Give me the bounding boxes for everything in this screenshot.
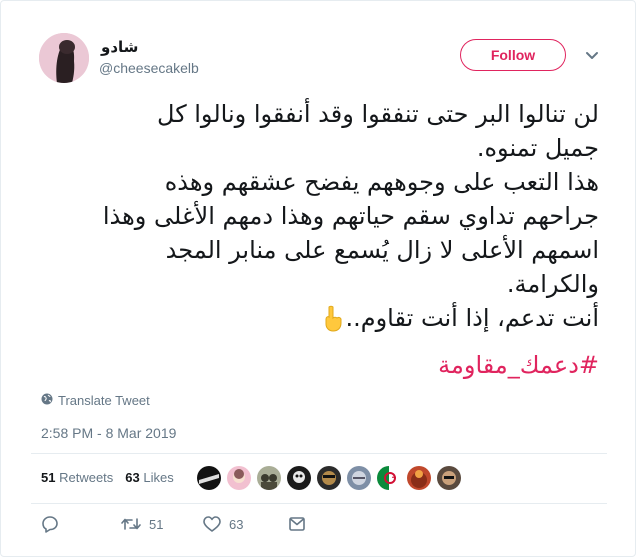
tweet-actions: 51 63 (41, 515, 305, 533)
hashtag-link[interactable]: #دعمك_مقاومة (31, 351, 599, 379)
tweet-line: هذا التعب على وجوههم يفضح عشقهم وهذه (164, 168, 599, 196)
liker-avatar[interactable] (347, 466, 371, 490)
retweet-button[interactable]: 51 (121, 516, 203, 532)
tweet-line: جميل تمنوه. (476, 134, 599, 162)
tweet-line-last: أنت تدعم، إذا أنت تقاوم.. (31, 301, 599, 335)
user-handle[interactable]: @cheesecakelb (99, 60, 199, 76)
tweet-stats: 51 Retweets 63 Likes (41, 470, 174, 485)
avatar-image (39, 33, 89, 83)
avatar[interactable] (39, 33, 89, 83)
liker-avatar[interactable] (197, 466, 221, 490)
retweets-stat[interactable]: 51 Retweets (41, 470, 113, 485)
globe-icon (41, 393, 53, 408)
retweets-label: Retweets (59, 470, 114, 485)
liker-avatar[interactable] (227, 466, 251, 490)
like-button[interactable]: 63 (203, 516, 289, 532)
chevron-down-icon[interactable] (584, 47, 600, 63)
mail-icon (289, 517, 305, 531)
tweet-card: شادو @cheesecakelb Follow لن تنالوا البر… (0, 0, 636, 557)
direct-message-button[interactable] (289, 517, 305, 531)
tweet-line: اسمهم الأعلى لا زال يُسمع على منابر المج… (165, 236, 599, 264)
reply-icon (42, 516, 58, 533)
liker-avatar[interactable] (257, 466, 281, 490)
liker-avatar[interactable] (287, 466, 311, 490)
translate-tweet-link[interactable]: Translate Tweet (41, 393, 150, 408)
likes-count: 63 (125, 470, 140, 485)
tweet-timestamp[interactable]: 2:58 PM - 8 Mar 2019 (41, 425, 176, 441)
tweet-line: جراحهم تداوي سقم حياتهم وهذا دمهم الأغلى… (102, 202, 599, 230)
retweet-icon (121, 518, 141, 530)
retweet-count: 51 (149, 516, 164, 532)
liker-avatar[interactable] (437, 466, 461, 490)
liker-avatars (197, 466, 461, 490)
pointing-down-emoji-icon (321, 305, 345, 333)
likes-stat[interactable]: 63 Likes (125, 470, 173, 485)
liker-avatar[interactable] (407, 466, 431, 490)
tweet-line: والكرامة. (506, 270, 599, 298)
reply-button[interactable] (41, 515, 121, 533)
follow-button[interactable]: Follow (460, 39, 566, 71)
liker-avatar[interactable] (317, 466, 341, 490)
retweets-count: 51 (41, 470, 56, 485)
divider (31, 453, 607, 454)
likes-label: Likes (143, 470, 174, 485)
heart-icon (203, 516, 221, 532)
user-name[interactable]: شادو (101, 38, 138, 56)
translate-label: Translate Tweet (58, 393, 150, 408)
tweet-text: لن تنالوا البر حتى تنفقوا وقد أنفقوا ونا… (31, 97, 599, 335)
tweet-line: أنت تدعم، إذا أنت تقاوم.. (345, 304, 599, 332)
divider (31, 503, 607, 504)
like-count: 63 (229, 516, 244, 532)
liker-avatar[interactable] (377, 466, 401, 490)
tweet-line: لن تنالوا البر حتى تنفقوا وقد أنفقوا ونا… (157, 100, 599, 128)
